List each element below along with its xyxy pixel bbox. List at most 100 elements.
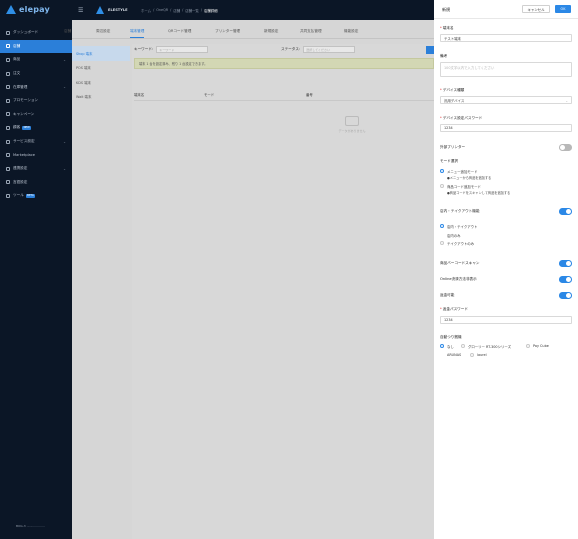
sidebar-item-10[interactable]: 連携設定 ⌄ <box>0 162 72 176</box>
tab-0[interactable]: 店舗 <box>64 24 71 38</box>
breadcrumb-item[interactable]: ホーム <box>141 8 151 13</box>
status-filter: ステータス: 選択してください <box>281 46 356 53</box>
subnav-item-2[interactable]: KDS 端末 <box>72 75 130 90</box>
sidebar-item-label: 在庫管理 <box>13 84 28 89</box>
empty-box-icon <box>345 116 359 126</box>
brand-logo[interactable]: elepay <box>6 4 50 14</box>
tab-6[interactable]: 共同支払管理 <box>300 24 322 38</box>
drawer-header: 新規 キャンセル OK <box>434 0 578 19</box>
dine-both-label: 店内・テイクアウト <box>447 225 478 229</box>
sidebar-item-5[interactable]: プロモーション <box>0 94 72 108</box>
tab-1[interactable]: 周辺設定 <box>96 24 110 38</box>
sidebar-item-label: 連携設定 <box>13 166 28 171</box>
chevron-down-icon: ⌄ <box>63 85 66 90</box>
toggle-knob <box>566 260 572 266</box>
status-label: ステータス: <box>281 47 301 51</box>
subnav-item-0[interactable]: Shop 端末 <box>72 46 130 61</box>
breadcrumb-separator: / <box>153 7 155 12</box>
device-type-value: 汎用デバイス <box>444 98 465 103</box>
tab-3[interactable]: QRコード管理 <box>168 24 191 38</box>
sidebar-item-7[interactable]: 顧客 NEW <box>0 121 72 135</box>
sidebar-item-label: Marketplace <box>13 153 36 158</box>
subnav-item-3[interactable]: Wait 端末 <box>72 90 130 105</box>
sidebar-item-label: プロモーション <box>13 98 39 103</box>
device-password-input[interactable]: 1234 <box>440 124 572 132</box>
campaign-icon <box>6 112 10 117</box>
chevron-down-icon: ⌄ <box>565 98 568 103</box>
change-machine-label: 自動つり銭機 <box>440 335 462 339</box>
col-name: 端末名 <box>134 93 145 97</box>
name-input[interactable]: テスト端末 <box>440 34 572 42</box>
dine-toggle[interactable] <box>559 208 572 215</box>
refund-password-input[interactable]: 1234 <box>440 316 572 324</box>
sidebar-nav: ダッシュボード 店舗 商品 ⌄ 注文 在庫管理 ⌄ プロモーション キャンペーン 顧客 NEW サービ… <box>0 26 72 203</box>
breadcrumb-item[interactable]: 店舗 <box>173 8 180 13</box>
tab-2[interactable]: 端末管理 <box>130 24 145 38</box>
sidebar-footer: BOG-3 ................... <box>16 524 45 528</box>
sidebar-item-label: 注文 <box>13 71 21 76</box>
takeout-label: テイクアウトのみ <box>447 242 475 246</box>
dine-in-label[interactable]: 店内のみ <box>447 233 461 238</box>
empty-text: データがありません <box>338 129 366 133</box>
barcode-toggle[interactable] <box>559 260 572 267</box>
sidebar-item-0[interactable]: ダッシュボード <box>0 26 72 40</box>
breadcrumb: ホーム / OneQR / 店舗 / 店舗一覧 / 店舗詳細 <box>141 8 218 13</box>
menu-icon[interactable]: ☰ <box>78 7 83 14</box>
keyword-input[interactable]: キーワード <box>156 46 209 53</box>
device-type-label: *デバイス種類 <box>440 88 465 92</box>
dashboard-icon <box>6 30 10 35</box>
top-brand: ELESTYLE <box>108 7 128 12</box>
refund-toggle[interactable] <box>559 292 572 299</box>
inventory-icon <box>6 85 10 90</box>
sidebar-item-6[interactable]: キャンペーン <box>0 108 72 122</box>
col-mode: モード <box>204 93 215 97</box>
tab-4[interactable]: プリンター管理 <box>215 24 240 38</box>
tab-5[interactable]: 新規設定 <box>264 24 278 38</box>
sidebar-item-11[interactable]: 言語設定 <box>0 176 72 190</box>
chevron-down-icon: ⌄ <box>63 139 66 144</box>
breadcrumb-separator: / <box>182 7 184 12</box>
sidebar-item-8[interactable]: サービス設定 ⌄ <box>0 135 72 149</box>
mode-menu-desc: ●メニューから商品を追加する <box>447 176 492 180</box>
promotion-icon <box>6 98 10 103</box>
store-icon <box>6 44 10 49</box>
dine-label: 店内・テイクアウト機能 <box>440 209 480 213</box>
online-toggle[interactable] <box>559 276 572 283</box>
breadcrumb-item[interactable]: 店舗一覧 <box>185 8 199 13</box>
sidebar-item-label: ツール <box>13 193 24 198</box>
memo-textarea[interactable]: 100文字以内で入力してください <box>440 62 572 77</box>
sidebar-item-1[interactable]: 店舗 <box>0 39 72 54</box>
chevron-down-icon: ⌄ <box>63 166 66 171</box>
device-password-label: *デバイス設定パスワード <box>440 116 483 120</box>
keyword-filter: キーワード: キーワード <box>134 46 209 53</box>
subnav-item-1[interactable]: POS 端末 <box>72 61 130 76</box>
breadcrumb-item[interactable]: OneQR <box>156 8 168 13</box>
external-printer-toggle[interactable] <box>559 144 572 151</box>
col-number: 番号 <box>306 93 313 97</box>
link-icon <box>6 166 10 171</box>
ok-button[interactable]: OK <box>555 5 571 13</box>
sidebar-item-label: 顧客 <box>13 125 21 130</box>
breadcrumb-separator: / <box>170 7 172 12</box>
sidebar-item-9[interactable]: Marketplace <box>0 148 72 162</box>
sidebar-item-2[interactable]: 商品 ⌄ <box>0 53 72 67</box>
mode-label: モード選択 <box>440 159 458 163</box>
terminal-subnav: Shop 端末 POS 端末 KDS 端末 Wait 端末 <box>72 46 130 104</box>
status-select[interactable]: 選択してください <box>303 46 356 53</box>
new-terminal-drawer: 新規 キャンセル OK *端末名 テスト端末 備考 100文字以内で入力してくだ… <box>434 0 578 539</box>
sidebar-item-label: 店舗 <box>13 43 21 48</box>
toggle-knob <box>559 144 565 150</box>
cancel-button[interactable]: キャンセル <box>522 5 550 13</box>
sidebar-item-3[interactable]: 注文 <box>0 67 72 81</box>
change-arunas-label[interactable]: ARUNAS <box>447 353 461 357</box>
customer-icon <box>6 125 10 130</box>
tab-7[interactable]: 機能設定 <box>344 24 358 38</box>
table-header: 端末名 モード 番号 <box>134 92 434 101</box>
change-glory-label: グローリー RT-300シリーズ <box>468 345 511 349</box>
sidebar-item-12[interactable]: ツール BETA <box>0 189 72 203</box>
keyword-label: キーワード: <box>134 47 154 51</box>
sidebar-item-4[interactable]: 在庫管理 ⌄ <box>0 80 72 94</box>
elepay-logo-icon <box>6 4 16 14</box>
product-icon <box>6 57 10 62</box>
device-type-select[interactable]: 汎用デバイス ⌄ <box>440 96 572 104</box>
